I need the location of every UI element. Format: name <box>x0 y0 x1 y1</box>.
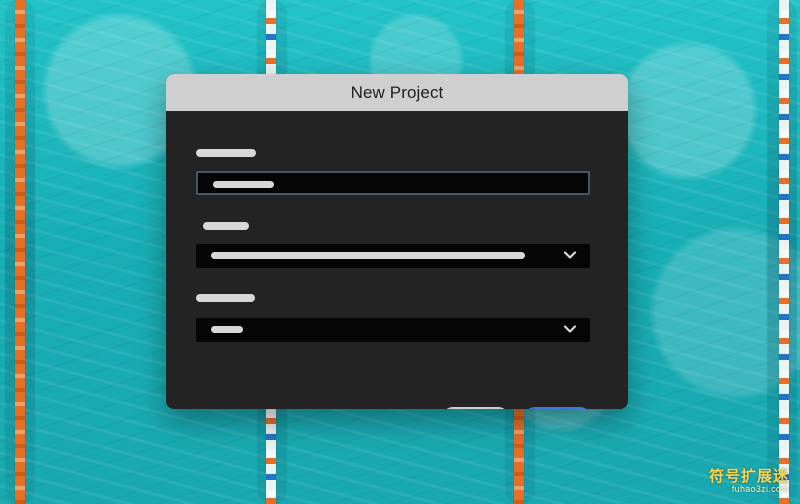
chevron-down-icon[interactable] <box>562 321 578 337</box>
lane-rope-right <box>779 0 789 504</box>
second-dropdown[interactable] <box>196 318 590 342</box>
secondary-button[interactable] <box>442 407 509 409</box>
project-name-label-placeholder <box>196 149 256 157</box>
watermark-line-2: fuhao3zi.com <box>731 483 789 494</box>
second-dropdown-label-placeholder <box>196 294 255 302</box>
dialog-title: New Project <box>350 82 444 102</box>
dialog-title-bar: New Project <box>166 74 628 111</box>
first-dropdown[interactable] <box>196 244 590 268</box>
project-name-input-placeholder <box>213 181 274 188</box>
second-dropdown-value-placeholder <box>211 326 243 333</box>
watermark-line-1: 符号扩展迷 <box>708 467 789 485</box>
watermark: 符号扩展迷 fuhao3zi.com <box>689 469 789 494</box>
first-dropdown-label-placeholder <box>203 222 249 230</box>
gear-icon[interactable] <box>407 408 427 409</box>
project-name-input[interactable] <box>196 171 590 195</box>
first-dropdown-value-placeholder <box>211 252 525 259</box>
dialog-content <box>166 111 628 409</box>
primary-button[interactable] <box>524 407 591 409</box>
new-project-dialog: New Project <box>166 74 628 409</box>
lane-rope-left <box>15 0 25 504</box>
chevron-down-icon[interactable] <box>562 247 578 263</box>
